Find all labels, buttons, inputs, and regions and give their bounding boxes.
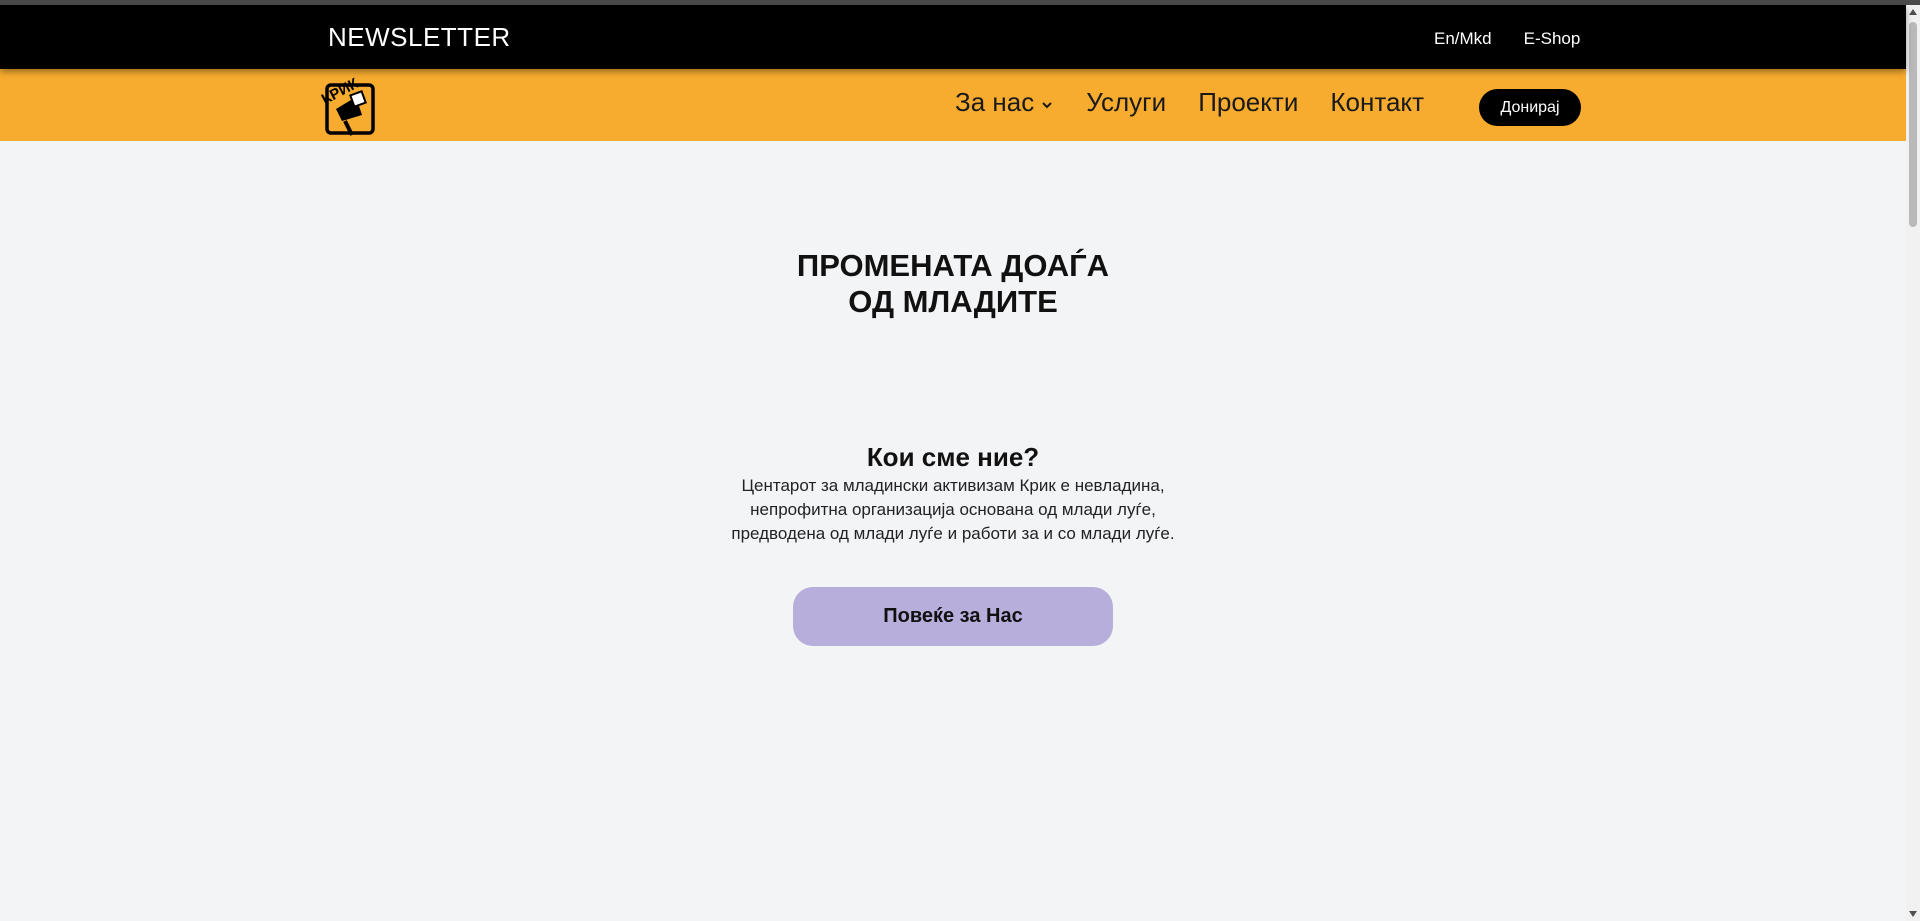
nav-about-dropdown[interactable]: За нас [955, 87, 1054, 118]
nav-services[interactable]: Услуги [1086, 87, 1166, 118]
main-navbar: КРИК За нас Услуги Проекти Контакт Донир… [0, 69, 1906, 141]
language-switch-link[interactable]: En/Mkd [1434, 29, 1492, 49]
nav-projects[interactable]: Проекти [1198, 87, 1298, 118]
about-description: Центарот за младински активизам Крик е н… [653, 474, 1253, 546]
page-scrollbar[interactable] [1906, 5, 1920, 921]
eshop-link[interactable]: E-Shop [1524, 29, 1581, 49]
main-menu: За нас Услуги Проекти Контакт [955, 87, 1456, 118]
newsletter-link[interactable]: NEWSLETTER [328, 22, 511, 53]
about-line-3: предводена од млади луѓе и работи за и с… [731, 524, 1175, 543]
chevron-down-icon [1042, 101, 1052, 108]
about-line-2: непрофитна организација основана од млад… [750, 500, 1156, 519]
nav-about-label: За нас [955, 87, 1035, 117]
scroll-up-arrow-icon[interactable] [1909, 9, 1917, 15]
hero-title-line-1: ПРОМЕНАТА ДОАЃА [796, 248, 1110, 283]
about-heading: Кои сме ние? [866, 442, 1040, 472]
logo[interactable]: КРИК [314, 71, 380, 139]
hero-title-line-2: ОД МЛАДИТЕ [848, 284, 1058, 319]
more-about-us-button[interactable]: Повеќе за Нас [793, 587, 1113, 646]
nav-contact[interactable]: Контакт [1330, 87, 1424, 118]
nav-services-label: Услуги [1086, 87, 1167, 117]
donate-button[interactable]: Донирај [1479, 89, 1581, 126]
megaphone-logo-icon: КРИК [319, 75, 375, 136]
scroll-down-arrow-icon[interactable] [1909, 911, 1917, 917]
hero-title: ПРОМЕНАТА ДОАЃА ОД МЛАДИТЕ [0, 248, 1906, 320]
about-line-1: Центарот за младински активизам Крик е н… [741, 476, 1165, 495]
nav-projects-label: Проекти [1198, 87, 1299, 117]
nav-contact-label: Контакт [1330, 87, 1424, 117]
top-links: En/Mkd E-Shop [1434, 29, 1580, 49]
scrollbar-thumb[interactable] [1909, 22, 1917, 227]
top-bar: NEWSLETTER En/Mkd E-Shop [0, 5, 1906, 69]
